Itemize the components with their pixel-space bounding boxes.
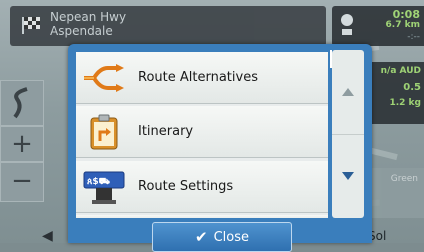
chevron-down-icon	[342, 172, 354, 180]
menu-item-partial	[76, 215, 328, 218]
eco-panel: Green	[364, 168, 424, 218]
cost-value: n/a AUD	[380, 66, 421, 76]
zoom-in-button[interactable]: +	[0, 126, 44, 162]
menu-item-label: Route Alternatives	[138, 70, 258, 85]
menu-item-label: Route Settings	[138, 179, 234, 194]
menu-item-itinerary[interactable]: Itinerary	[76, 106, 328, 158]
menu-item-route-alternatives[interactable]: Route Alternatives	[76, 52, 328, 104]
itinerary-icon	[90, 114, 118, 149]
menu-item-label: Itinerary	[138, 124, 194, 139]
close-button-label: Close	[213, 229, 249, 245]
menu-item-route-settings[interactable]: ጰ$⛟ Route Settings	[76, 161, 328, 213]
arrival-time: -:--	[407, 32, 420, 42]
scroll-control	[332, 50, 364, 218]
eco-label: Green	[390, 174, 418, 184]
next-street-bar: Nepean Hwy Aspendale	[10, 6, 326, 46]
road-icon	[13, 87, 28, 119]
route-settings-icon: ጰ$⛟	[83, 171, 125, 204]
chevron-up-icon	[342, 88, 354, 96]
scroll-down-button[interactable]	[332, 134, 364, 218]
menu-list: Route Alternatives Itinerary ጰ$⛟ Route S…	[76, 52, 328, 218]
co2-value: 1.2 kg	[389, 98, 421, 108]
zoom-in-icon: +	[11, 129, 33, 159]
svg-text:ጰ$⛟: ጰ$⛟	[87, 177, 111, 187]
trip-info-panel[interactable]: 0:08 6.7 km -:--	[332, 6, 424, 46]
route-menu-panel: Route Alternatives Itinerary ጰ$⛟ Route S…	[68, 44, 372, 252]
map-view-toggle[interactable]	[0, 80, 44, 126]
close-icon: ✔	[195, 228, 208, 246]
zoom-out-button[interactable]: −	[0, 162, 44, 202]
remaining-distance: 6.7 km	[385, 20, 420, 30]
back-arrow-icon[interactable]: ◀	[42, 228, 64, 244]
zoom-out-icon: −	[11, 166, 33, 196]
route-alternatives-icon	[84, 63, 124, 92]
scroll-up-button[interactable]	[332, 50, 364, 134]
street-primary: Nepean Hwy	[50, 10, 127, 24]
close-button[interactable]: ✔ Close	[152, 222, 292, 252]
destination-flag-icon	[22, 17, 40, 34]
stopwatch-icon	[341, 14, 353, 35]
street-name: Nepean Hwy Aspendale	[50, 10, 126, 38]
fuel-value: 0.5	[403, 82, 421, 93]
street-secondary: Aspendale	[50, 24, 113, 38]
cost-info-panel: n/a AUD 0.5 1.2 kg	[364, 62, 424, 124]
